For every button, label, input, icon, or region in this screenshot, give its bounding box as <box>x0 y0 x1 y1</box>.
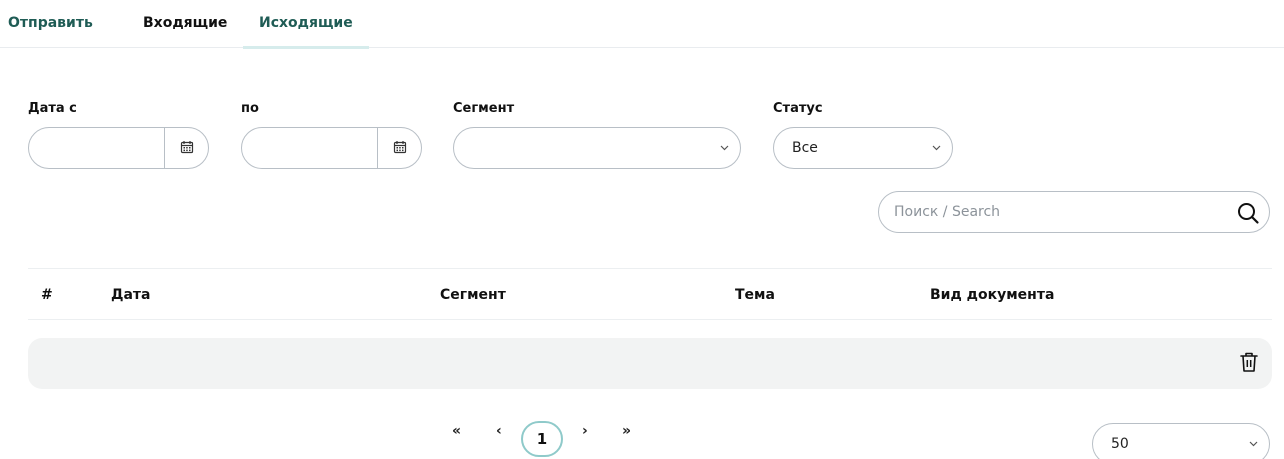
status-select[interactable]: Все <box>773 127 953 169</box>
trash-icon[interactable] <box>1240 351 1258 373</box>
chevron-down-icon <box>932 145 941 151</box>
table-row[interactable] <box>28 338 1272 389</box>
search-input[interactable]: Поиск / Search <box>894 204 1000 220</box>
page-size-select[interactable]: 50 <box>1092 423 1270 459</box>
table-header: # Дата Сегмент Тема Вид документа <box>28 268 1272 320</box>
page-size-value: 50 <box>1111 436 1129 452</box>
chevron-down-icon <box>1249 441 1258 447</box>
column-subject: Тема <box>735 287 775 303</box>
chevron-down-icon <box>720 145 729 151</box>
date-to-label: по <box>241 101 259 116</box>
status-label: Статус <box>773 101 823 116</box>
date-from-label: Дата с <box>28 101 77 116</box>
search-icon[interactable] <box>1236 201 1260 225</box>
search-field[interactable]: Поиск / Search <box>878 191 1270 233</box>
tab-outbox[interactable]: Исходящие <box>243 15 369 49</box>
tab-inbox[interactable]: Входящие <box>143 15 227 48</box>
date-to-field[interactable] <box>241 127 422 169</box>
segment-label: Сегмент <box>453 101 515 116</box>
previous-page-button[interactable]: ‹ <box>496 423 502 439</box>
calendar-icon[interactable] <box>180 140 194 154</box>
date-from-field[interactable] <box>28 127 209 169</box>
segment-select[interactable] <box>453 127 741 169</box>
next-page-button[interactable]: › <box>582 423 588 439</box>
column-number: # <box>41 287 53 303</box>
current-page-button[interactable]: 1 <box>521 421 563 457</box>
column-date: Дата <box>111 287 151 303</box>
status-value: Все <box>792 140 818 156</box>
tab-bar: Отправить Входящие Исходящие <box>0 0 1284 49</box>
column-segment: Сегмент <box>440 287 506 303</box>
column-document-type: Вид документа <box>930 287 1055 303</box>
last-page-button[interactable]: » <box>622 423 631 439</box>
first-page-button[interactable]: « <box>452 423 461 439</box>
calendar-icon[interactable] <box>393 140 407 154</box>
tab-send[interactable]: Отправить <box>8 15 93 48</box>
